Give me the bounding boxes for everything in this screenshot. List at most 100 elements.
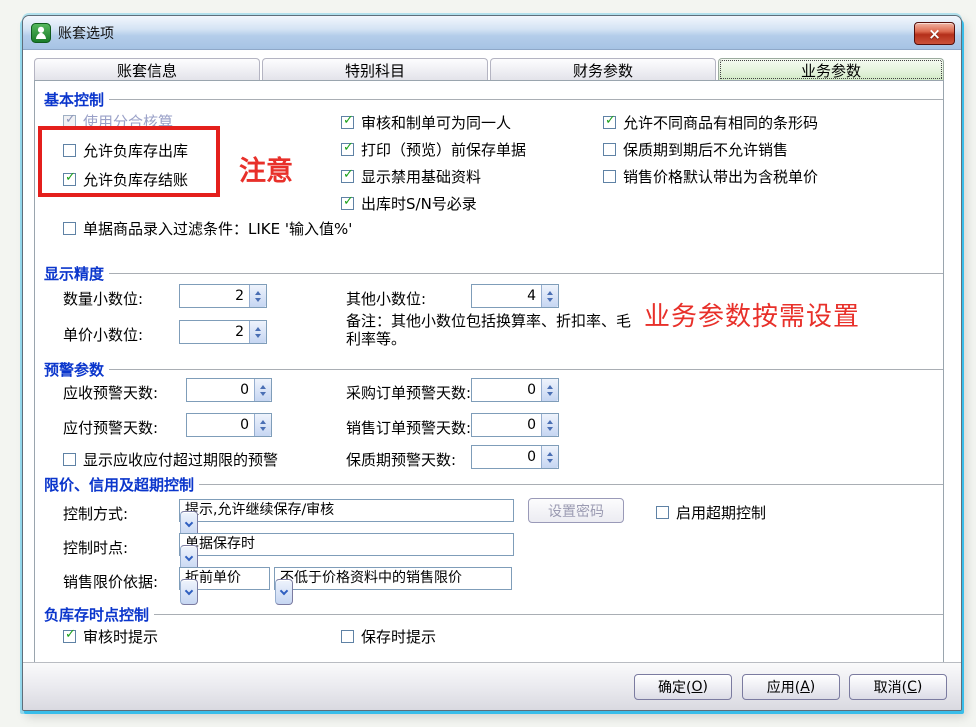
qty-decimals-stepper[interactable]: 2 (179, 284, 267, 308)
checkbox-auditor-same-as-maker[interactable]: ✓ 审核和制单可为同一人 (341, 112, 511, 132)
section-warning-params-title: 预警参数 (44, 361, 105, 379)
price-decimals-stepper[interactable]: 2 (179, 320, 267, 344)
divider (199, 484, 943, 485)
stepper-arrows[interactable] (541, 446, 558, 468)
up-arrow-icon[interactable] (547, 451, 553, 456)
payable-warn-days-value[interactable]: 0 (187, 414, 254, 436)
titlebar: 账套选项 × (23, 16, 961, 50)
label-payable-warn-days: 应付预警天数: (63, 419, 159, 437)
chevron-down-icon (184, 518, 194, 527)
section-basic-control: 基本控制 (44, 89, 943, 110)
ok-button[interactable]: 确定(O) (634, 674, 732, 700)
apply-button[interactable]: 应用(A) (742, 674, 840, 700)
up-arrow-icon[interactable] (547, 419, 553, 424)
chevron-down-icon (184, 552, 194, 561)
dropdown-button[interactable] (180, 579, 198, 605)
button-bar: 确定(O) 应用(A) 取消(C) (23, 662, 961, 710)
down-arrow-icon[interactable] (547, 458, 553, 463)
stepper-arrows[interactable] (541, 285, 558, 307)
tab-special-subjects[interactable]: 特别科目 (262, 58, 488, 81)
down-arrow-icon[interactable] (260, 426, 266, 431)
price-decimals-value[interactable]: 2 (180, 321, 249, 343)
stepper-arrows[interactable] (254, 414, 271, 436)
up-arrow-icon[interactable] (260, 419, 266, 424)
other-decimals-value[interactable]: 4 (472, 285, 541, 307)
chevron-down-icon (279, 586, 289, 595)
dropdown-button[interactable] (275, 579, 293, 605)
label-qty-decimals: 数量小数位: (63, 290, 144, 308)
up-arrow-icon[interactable] (255, 290, 261, 295)
down-arrow-icon[interactable] (260, 391, 266, 396)
tab-finance-params[interactable]: 财务参数 (490, 58, 716, 81)
qty-decimals-value[interactable]: 2 (180, 285, 249, 307)
divider (109, 99, 943, 100)
checkbox-box: ✓ (603, 112, 616, 129)
checkbox-save-before-print[interactable]: ✓ 打印（预览）前保存单据 (341, 140, 526, 159)
label-receivable-warn-days: 应收预警天数: (63, 384, 159, 402)
cancel-button[interactable]: 取消(C) (849, 674, 947, 700)
checkbox-box (341, 629, 354, 643)
checkbox-box (656, 505, 669, 519)
checkbox-show-disabled-basedata[interactable]: ✓ 显示禁用基础资料 (341, 166, 481, 186)
checkbox-box (63, 452, 76, 466)
tab-strip: 账套信息 特别科目 财务参数 业务参数 (34, 58, 944, 81)
sales-order-warn-days-value[interactable]: 0 (472, 414, 541, 436)
price-limit-rule-value: 不低于价格资料中的销售限价 (280, 570, 462, 586)
other-decimals-stepper[interactable]: 4 (471, 284, 559, 308)
control-time-dropdown[interactable]: 单据保存时 (179, 533, 514, 571)
label-price-decimals: 单价小数位: (63, 326, 144, 344)
down-arrow-icon[interactable] (547, 391, 553, 396)
down-arrow-icon[interactable] (255, 297, 261, 302)
checkbox-box: ✓ (341, 112, 354, 129)
receivable-warn-days-value[interactable]: 0 (187, 379, 254, 401)
up-arrow-icon[interactable] (547, 290, 553, 295)
precision-note: 备注：其他小数位包括换算率、折扣率、毛利率等。 (346, 312, 632, 348)
checkbox-show-overdue-ar-ap-warning[interactable]: 显示应收应付超过期限的预警 (63, 450, 278, 469)
price-limit-rule-dropdown[interactable]: 不低于价格资料中的销售限价 (274, 567, 512, 605)
receivable-warn-days-stepper[interactable]: 0 (186, 378, 272, 402)
chevron-down-icon (184, 586, 194, 595)
up-arrow-icon[interactable] (255, 326, 261, 331)
label-shelf-life-warn-days: 保质期预警天数: (346, 451, 457, 469)
label-sales-order-warn-days: 销售订单预警天数: (346, 419, 472, 437)
stepper-arrows[interactable] (249, 285, 266, 307)
checkbox-default-tax-included-price[interactable]: 销售价格默认带出为含税单价 (603, 167, 818, 186)
stepper-arrows[interactable] (541, 414, 558, 436)
cancel-button-label: 取消( (873, 680, 908, 696)
down-arrow-icon[interactable] (547, 297, 553, 302)
shelf-life-warn-days-value[interactable]: 0 (472, 446, 541, 468)
checkbox-same-barcode-allowed[interactable]: ✓ 允许不同商品有相同的条形码 (603, 112, 818, 132)
shelf-life-warn-days-stepper[interactable]: 0 (471, 445, 559, 469)
purchase-order-warn-days-value[interactable]: 0 (472, 379, 541, 401)
apply-mnemonic: A (800, 679, 810, 695)
stepper-arrows[interactable] (249, 321, 266, 343)
checkbox-item-entry-filter[interactable]: 单据商品录入过滤条件：LIKE '输入值%' (63, 219, 352, 238)
up-arrow-icon[interactable] (260, 384, 266, 389)
sales-order-warn-days-stepper[interactable]: 0 (471, 413, 559, 437)
tab-business-params[interactable]: 业务参数 (718, 58, 944, 81)
stepper-arrows[interactable] (541, 379, 558, 401)
stepper-arrows[interactable] (254, 379, 271, 401)
payable-warn-days-stepper[interactable]: 0 (186, 413, 272, 437)
checkbox-prompt-on-save[interactable]: 保存时提示 (341, 627, 436, 646)
checkbox-prompt-on-audit[interactable]: ✓ 审核时提示 (63, 626, 158, 646)
down-arrow-icon[interactable] (547, 426, 553, 431)
down-arrow-icon[interactable] (255, 333, 261, 338)
price-basis-dropdown[interactable]: 折前单价 (179, 567, 270, 605)
control-mode-dropdown[interactable]: 提示,允许继续保存/审核 (179, 499, 514, 537)
checkbox-no-sale-after-expiry[interactable]: 保质期到期后不允许销售 (603, 140, 788, 159)
close-button[interactable]: × (914, 22, 955, 45)
window-title: 账套选项 (58, 25, 114, 42)
up-arrow-icon[interactable] (547, 384, 553, 389)
checkbox-sn-required-on-out[interactable]: ✓ 出库时S/N号必录 (341, 194, 477, 213)
section-negative-stock-timing: 负库存时点控制 (44, 604, 943, 625)
set-password-button[interactable]: 设置密码 (528, 498, 624, 523)
tab-account-info[interactable]: 账套信息 (34, 58, 260, 81)
label-sales-price-limit-basis: 销售限价依据: (63, 573, 159, 591)
section-display-precision-title: 显示精度 (44, 265, 105, 283)
checkbox-box: ✓ (341, 166, 354, 183)
purchase-order-warn-days-stepper[interactable]: 0 (471, 378, 559, 402)
checkbox-box: ✓ (63, 626, 76, 643)
checkbox-enable-overdue-control[interactable]: 启用超期控制 (656, 503, 766, 522)
divider (109, 369, 943, 370)
